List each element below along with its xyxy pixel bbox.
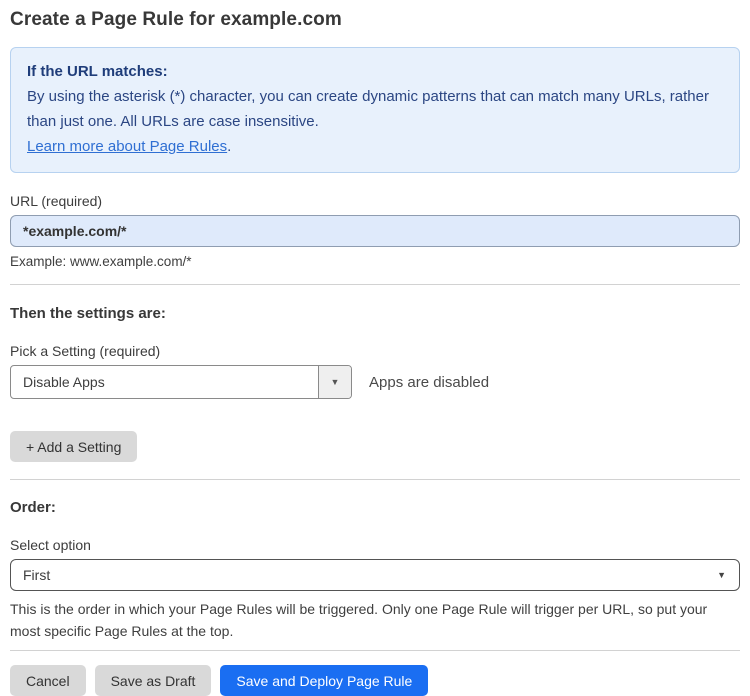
order-help-text: This is the order in which your Page Rul… <box>10 601 708 639</box>
page-title: Create a Page Rule for example.com <box>10 9 342 30</box>
chevron-down-icon: ▼ <box>330 377 340 387</box>
setting-picker-label: Pick a Setting (required) <box>10 343 161 359</box>
setting-status-text: Apps are disabled <box>369 373 490 391</box>
url-input[interactable] <box>10 215 740 247</box>
settings-section-heading: Then the settings are: <box>10 305 166 322</box>
info-box-body: By using the asterisk (*) character, you… <box>27 88 709 130</box>
footer-divider <box>10 650 740 651</box>
footer-button-row: Cancel Save as Draft Save and Deploy Pag… <box>10 665 740 696</box>
cancel-button[interactable]: Cancel <box>10 665 86 696</box>
url-match-info-box: If the URL matches: By using the asteris… <box>10 47 740 173</box>
save-as-draft-button[interactable]: Save as Draft <box>94 665 212 696</box>
add-setting-button[interactable]: + Add a Setting <box>10 431 138 462</box>
info-box-heading: If the URL matches: <box>27 63 168 80</box>
save-and-deploy-button[interactable]: Save and Deploy Page Rule <box>220 665 429 696</box>
section-divider <box>10 284 740 285</box>
setting-dropdown[interactable]: Disable Apps ▼ <box>10 365 352 399</box>
link-suffix: . <box>227 138 232 155</box>
order-section-heading: Order: <box>10 499 56 516</box>
info-box-link-line: Learn more about Page Rules. <box>27 134 723 159</box>
learn-more-link[interactable]: Learn more about Page Rules <box>27 138 227 155</box>
url-field-label: URL (required) <box>10 193 103 209</box>
setting-dropdown-value: Disable Apps <box>23 374 105 390</box>
order-select[interactable]: First ▼ <box>10 559 740 591</box>
url-example-text: Example: www.example.com/* <box>10 254 192 269</box>
setting-row: Disable Apps ▼ Apps are disabled <box>10 365 740 399</box>
order-select-value: First <box>23 567 51 583</box>
chevron-down-icon: ▼ <box>717 570 726 580</box>
section-divider <box>10 479 740 480</box>
page-rule-form: Create a Page Rule for example.com If th… <box>0 0 750 696</box>
setting-dropdown-arrow-button[interactable]: ▼ <box>318 366 351 398</box>
order-select-label: Select option <box>10 537 91 553</box>
